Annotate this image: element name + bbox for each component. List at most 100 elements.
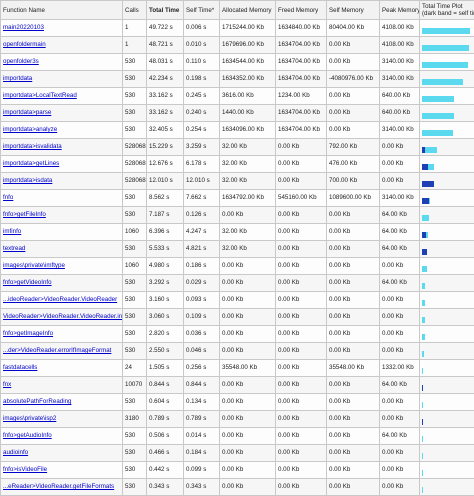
freed-memory-cell: 0.00 Kb: [276, 326, 327, 343]
col-calls[interactable]: Calls: [123, 1, 147, 20]
function-link[interactable]: ...eReader>VideoReader.getFileFormats: [3, 483, 114, 490]
allocated-memory-cell: 0.00 Kb: [220, 377, 276, 394]
peak-memory-cell: 4108.00 Kb: [380, 37, 420, 54]
allocated-memory-cell: 32.00 Kb: [220, 241, 276, 258]
function-link[interactable]: importdata: [3, 75, 32, 82]
total-time-plot-cell: [420, 360, 474, 377]
col-total-time[interactable]: Total Time: [147, 1, 184, 20]
time-bar: [422, 334, 472, 340]
self-memory-cell: 0.00 Kb: [327, 394, 380, 411]
function-link[interactable]: importdata>LocalTextRead: [3, 92, 77, 99]
function-name-cell: importdata: [1, 71, 123, 88]
col-allocated-memory[interactable]: Allocated Memory: [220, 1, 276, 20]
function-link[interactable]: ...der>VideoReader.errorIfImageFormat: [3, 347, 111, 354]
calls-cell: 1060: [123, 224, 147, 241]
function-link[interactable]: fnfo>getVideoInfo: [3, 279, 52, 286]
function-link[interactable]: ...ideoReader>VideoReader.VideoReader: [3, 296, 117, 303]
table-row: fnfo>isVideoFile5300.442 s0.099 s0.00 Kb…: [1, 462, 474, 479]
total-time-plot-cell: [420, 377, 474, 394]
self-memory-cell: 35548.00 Kb: [327, 360, 380, 377]
function-name-cell: main20220103: [1, 20, 123, 37]
table-row: fnfo>getFileInfo5307.187 s0.126 s0.00 Kb…: [1, 207, 474, 224]
function-name-cell: importdata>analyze: [1, 122, 123, 139]
function-link[interactable]: fnfo>getImageInfo: [3, 330, 53, 337]
function-link[interactable]: fnfo>getFileInfo: [3, 211, 46, 218]
self-time-cell: 0.134 s: [184, 394, 220, 411]
total-time-bar: [422, 283, 425, 289]
peak-memory-cell: 64.00 Kb: [380, 428, 420, 445]
calls-cell: 530: [123, 309, 147, 326]
table-row: openfoldermain148.721 s0.010 s1679696.00…: [1, 37, 474, 54]
function-link[interactable]: imfinfo: [3, 228, 21, 235]
freed-memory-cell: 0.00 Kb: [276, 292, 327, 309]
function-link[interactable]: importdata>parse: [3, 109, 51, 116]
self-time-cell: 0.343 s: [184, 479, 220, 496]
col-function-name[interactable]: Function Name: [1, 1, 123, 20]
function-link[interactable]: textread: [3, 245, 25, 252]
allocated-memory-cell: 0.00 Kb: [220, 411, 276, 428]
total-time-bar: [422, 62, 468, 68]
function-link[interactable]: fnx: [3, 381, 11, 388]
self-time-cell: 0.010 s: [184, 37, 220, 54]
total-time-plot-cell: [420, 428, 474, 445]
function-name-cell: absolutePathForReading: [1, 394, 123, 411]
time-bar: [422, 164, 472, 170]
function-link[interactable]: fnfo>isVideoFile: [3, 466, 47, 473]
time-bar: [422, 62, 472, 68]
function-link[interactable]: images\private\isp2: [3, 415, 56, 422]
self-time-cell: 0.240 s: [184, 105, 220, 122]
function-link[interactable]: absolutePathForReading: [3, 398, 71, 405]
col-self-memory[interactable]: Self Memory: [327, 1, 380, 20]
allocated-memory-cell: 0.00 Kb: [220, 428, 276, 445]
allocated-memory-cell: 0.00 Kb: [220, 445, 276, 462]
time-bar: [422, 147, 472, 153]
function-link[interactable]: fastdatacells: [3, 364, 37, 371]
function-link[interactable]: importdata>getLines: [3, 160, 59, 167]
freed-memory-cell: 0.00 Kb: [276, 445, 327, 462]
total-time-plot-cell: [420, 224, 474, 241]
col-peak-memory[interactable]: Peak Memory: [380, 1, 420, 20]
calls-cell: 528068: [123, 173, 147, 190]
function-link[interactable]: importdata>isvalidata: [3, 143, 62, 150]
self-memory-cell: 0.00 Kb: [327, 343, 380, 360]
total-time-plot-cell: [420, 241, 474, 258]
function-name-cell: importdata>getLines: [1, 156, 123, 173]
self-time-cell: 0.245 s: [184, 88, 220, 105]
function-link[interactable]: importdata>analyze: [3, 126, 57, 133]
peak-memory-cell: 0.00 Kb: [380, 479, 420, 496]
col-self-time[interactable]: Self Time*: [184, 1, 220, 20]
total-time-bar: [422, 351, 424, 357]
function-link[interactable]: openfoldermain: [3, 41, 46, 48]
plot-subtitle: (dark band = self time): [422, 10, 472, 17]
function-link[interactable]: fnfo: [3, 194, 13, 201]
function-link[interactable]: importdata>isdata: [3, 177, 52, 184]
table-body: main20220103149.722 s0.006 s1715244.00 K…: [1, 20, 474, 496]
self-time-bar: [422, 419, 423, 425]
time-bar: [422, 113, 472, 119]
function-link[interactable]: images\private\imftype: [3, 262, 65, 269]
total-time-cell: 12.010 s: [147, 173, 184, 190]
self-memory-cell: 0.00 Kb: [327, 224, 380, 241]
calls-cell: 530: [123, 122, 147, 139]
table-row: ...eReader>VideoReader.getFileFormats530…: [1, 479, 474, 496]
total-time-cell: 33.162 s: [147, 105, 184, 122]
allocated-memory-cell: 1634096.00 Kb: [220, 122, 276, 139]
self-time-cell: 0.254 s: [184, 122, 220, 139]
function-link[interactable]: openfolder3s: [3, 58, 39, 65]
col-freed-memory[interactable]: Freed Memory: [276, 1, 327, 20]
function-link[interactable]: VideoReader>VideoReader.VideoReader.init: [3, 313, 123, 320]
self-memory-cell: 0.00 Kb: [327, 462, 380, 479]
total-time-plot-cell: [420, 292, 474, 309]
self-time-cell: 0.126 s: [184, 207, 220, 224]
function-link[interactable]: audioinfo: [3, 449, 28, 456]
table-row: fnfo>getAudioInfo5300.506 s0.014 s0.00 K…: [1, 428, 474, 445]
total-time-bar: [422, 45, 469, 51]
function-name-cell: importdata>parse: [1, 105, 123, 122]
function-link[interactable]: main20220103: [3, 24, 44, 31]
calls-cell: 530: [123, 445, 147, 462]
peak-memory-cell: 0.00 Kb: [380, 462, 420, 479]
freed-memory-cell: 0.00 Kb: [276, 479, 327, 496]
self-time-cell: 0.110 s: [184, 54, 220, 71]
calls-cell: 528068: [123, 156, 147, 173]
function-name-cell: fnfo>getFileInfo: [1, 207, 123, 224]
